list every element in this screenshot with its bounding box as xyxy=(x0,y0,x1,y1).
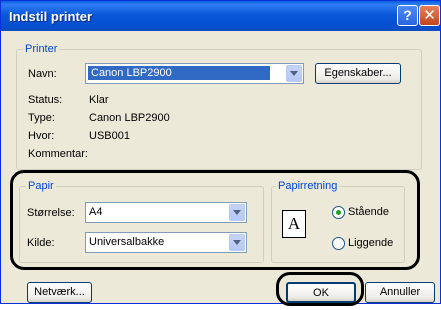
chevron-down-icon[interactable] xyxy=(286,65,302,82)
title-bar[interactable]: Indstil printer ? ✕ xyxy=(1,1,440,31)
dialog-title: Indstil printer xyxy=(9,9,93,24)
help-button[interactable]: ? xyxy=(397,5,418,26)
where-value: USB001 xyxy=(89,130,130,142)
comment-label: Kommentar: xyxy=(28,148,88,160)
type-label: Type: xyxy=(28,112,55,124)
properties-button[interactable]: Egenskaber... xyxy=(315,63,401,84)
printer-group-legend: Printer xyxy=(23,43,60,55)
highlight-ok-ring xyxy=(276,272,364,306)
status-label: Status: xyxy=(28,94,63,106)
printer-name-label: Navn: xyxy=(28,68,57,80)
close-icon: ✕ xyxy=(423,7,436,24)
help-icon: ? xyxy=(403,7,412,23)
type-value: Canon LBP2900 xyxy=(89,112,170,124)
highlight-paper-settings-ring xyxy=(10,170,420,270)
close-button[interactable]: ✕ xyxy=(419,5,440,26)
status-value: Klar xyxy=(89,94,109,106)
printer-name-dropdown[interactable]: Canon LBP2900 xyxy=(85,63,304,84)
where-label: Hvor: xyxy=(28,130,55,142)
network-button[interactable]: Netværk... xyxy=(27,282,92,303)
cancel-button[interactable]: Annuller xyxy=(365,282,435,303)
printer-name-value: Canon LBP2900 xyxy=(88,66,270,80)
